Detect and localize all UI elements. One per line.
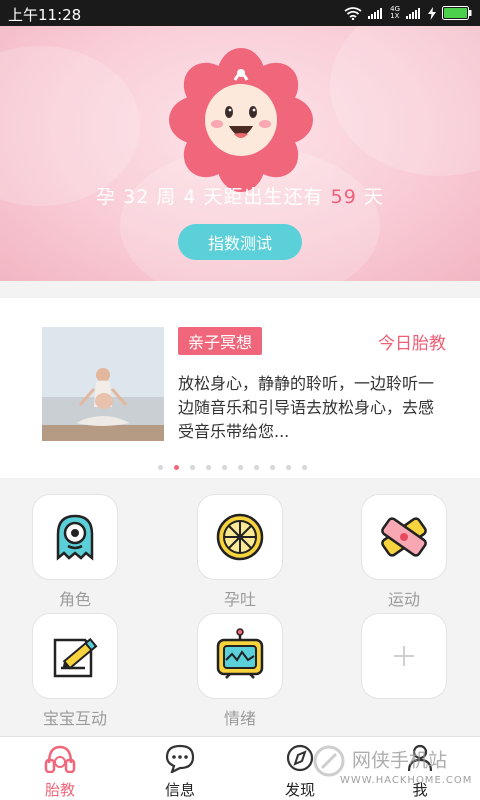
network-sub-label: 1X	[390, 12, 400, 20]
tab-label: 胎教	[44, 781, 75, 799]
tv-icon	[216, 628, 264, 679]
carousel-dot[interactable]	[222, 465, 227, 470]
grid-item-exercise[interactable]: 运动	[349, 494, 459, 610]
add-tile[interactable]	[361, 613, 447, 699]
carousel-dot[interactable]	[238, 465, 243, 470]
headphones-icon	[44, 745, 76, 774]
index-test-button[interactable]: 指数测试	[178, 224, 302, 260]
grid-label: 情绪	[223, 709, 256, 728]
tile[interactable]	[361, 494, 447, 580]
daily-education-card[interactable]: 亲子冥想 今日胎教 放松身心，静静的聆听，一边聆听一边随音乐和引导语去放松身心，…	[0, 298, 480, 478]
status-bar: 上午11:28 4G 1X	[0, 0, 480, 26]
watermark-url: WWW.HACKHOME.COM	[340, 775, 473, 786]
tab-label: 发现	[284, 781, 315, 799]
flower-mascot-icon[interactable]	[166, 42, 316, 192]
watermark-logo-icon	[313, 745, 345, 777]
grid-label: 运动	[387, 590, 420, 609]
monster-icon	[56, 514, 94, 561]
status-icons: 4G 1X	[344, 6, 472, 20]
grid-item-role[interactable]: 角色	[20, 494, 130, 610]
tile[interactable]	[32, 494, 118, 580]
background-petal	[330, 26, 480, 176]
grid-item-baby-interaction[interactable]: 宝宝互动	[20, 613, 130, 729]
signal-icon	[368, 8, 383, 19]
carousel-dot[interactable]	[158, 465, 163, 470]
carousel-dot[interactable]	[190, 465, 195, 470]
add-icon	[394, 646, 414, 666]
battery-icon	[442, 6, 472, 20]
countdown-prefix: 孕 32 周 4 天距出生还有	[96, 186, 324, 208]
meditation-photo	[42, 327, 164, 441]
days-unit: 天	[363, 186, 384, 208]
carousel-dot[interactable]	[286, 465, 291, 470]
carousel-dot[interactable]	[254, 465, 259, 470]
watermark-label: 网侠手机站	[352, 749, 448, 772]
carousel-dot[interactable]	[302, 465, 307, 470]
days-left: 59	[330, 186, 357, 208]
grid-item-morning-sickness[interactable]: 孕吐	[185, 494, 295, 610]
carousel-dot-active[interactable]	[174, 465, 179, 470]
tab-label: 信息	[164, 781, 195, 799]
network-indicator: 4G 1X	[390, 6, 400, 20]
tab-education[interactable]: 胎教	[30, 743, 90, 800]
grid-label: 角色	[58, 590, 91, 609]
card-category-tag: 亲子冥想	[178, 327, 263, 355]
grid-item-mood[interactable]: 情绪	[185, 613, 295, 729]
tile[interactable]	[197, 613, 283, 699]
signal-2-icon	[406, 8, 420, 19]
tile[interactable]	[197, 494, 283, 580]
carousel-dots[interactable]	[158, 465, 307, 470]
today-education-link[interactable]: 今日胎教	[378, 329, 446, 354]
note-pencil-icon	[53, 637, 98, 678]
carousel-dot[interactable]	[206, 465, 211, 470]
grid-label: 孕吐	[223, 590, 256, 609]
lemon-icon	[216, 513, 264, 561]
hero-banner: 孕 32 周 4 天距出生还有 59 天 指数测试	[0, 26, 480, 281]
status-time: 上午11:28	[8, 6, 82, 24]
pregnancy-countdown: 孕 32 周 4 天距出生还有 59 天	[0, 182, 480, 209]
card-description: 放松身心，静静的聆听，一边聆听一边随音乐和引导语去放松身心，去感受音乐带给您..…	[178, 374, 435, 441]
charging-icon	[428, 6, 436, 20]
watermark-text: 网侠手机站	[312, 744, 447, 778]
carousel-dot[interactable]	[270, 465, 275, 470]
wifi-icon	[344, 6, 362, 20]
tab-messages[interactable]: 信息	[150, 743, 210, 800]
chat-icon	[165, 744, 195, 775]
bandage-icon	[381, 517, 427, 557]
grid-label: 宝宝互动	[42, 709, 107, 728]
grid-item-add[interactable]	[349, 613, 459, 699]
tile[interactable]	[32, 613, 118, 699]
